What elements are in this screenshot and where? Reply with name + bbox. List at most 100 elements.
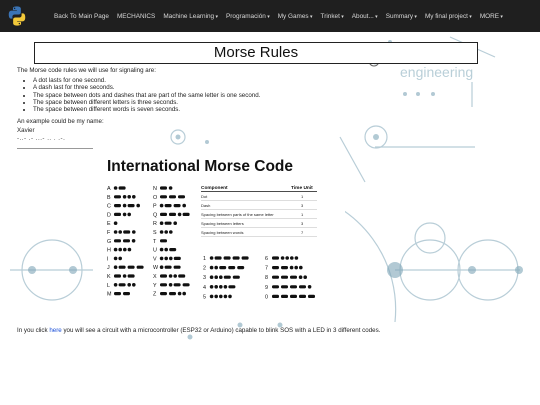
- morse-code-D-dash: [114, 212, 121, 216]
- morse-code-7-dot: [289, 265, 294, 270]
- morse-char-Y: Y: [153, 283, 157, 289]
- morse-code-K-dash: [114, 274, 121, 278]
- morse-code-5-dot: [219, 294, 223, 299]
- morse-code-Z-dot: [182, 291, 186, 296]
- morse-code-X-dash: [160, 274, 167, 278]
- morse-code-8-dash: [272, 275, 279, 279]
- morse-code-J-dash: [118, 265, 126, 269]
- morse-code-Q-dash: [182, 212, 190, 216]
- morse-code-6-dot: [294, 256, 299, 260]
- morse-code-0-dash: [290, 294, 297, 298]
- morse-code-A-dash: [118, 186, 126, 190]
- morse-code-D-dot: [127, 212, 131, 217]
- morse-code-1-dot: [209, 256, 214, 260]
- table-cell-component: Dot: [201, 194, 208, 199]
- nav-item-5[interactable]: Trinket: [321, 13, 344, 20]
- morse-code-5-dot: [214, 294, 218, 299]
- morse-char-Z: Z: [153, 292, 157, 298]
- morse-code-G-dot: [131, 239, 136, 243]
- morse-code-C-dot: [122, 203, 127, 208]
- morse-code-2-dash: [237, 266, 245, 270]
- rule-item: The space between different words is sev…: [33, 106, 317, 113]
- morse-char-S: S: [153, 230, 157, 236]
- nav-item-8[interactable]: My final project: [425, 13, 472, 20]
- morse-code-N-dash: [160, 186, 167, 190]
- morse-code-7-dot: [294, 265, 298, 270]
- intro-text: The Morse code rules we will use for sig…: [17, 67, 156, 74]
- morse-code-D-dot: [122, 212, 127, 217]
- morse-char-L: L: [107, 283, 110, 289]
- morse-code-0-dash: [299, 294, 306, 298]
- morse-code-2-dash: [219, 266, 227, 270]
- morse-code-0-dash: [272, 294, 279, 298]
- morse-code-7-dot: [299, 265, 303, 270]
- morse-char-B: B: [107, 195, 111, 201]
- morse-code-O-dash: [178, 195, 185, 199]
- morse-code-H-dot: [127, 247, 132, 252]
- nav-item-2[interactable]: Machine Learning: [163, 13, 218, 20]
- morse-code-F-dash: [123, 230, 131, 234]
- morse-char-1: 1: [203, 256, 206, 262]
- morse-code-B-dot: [132, 195, 136, 199]
- nav-item-7[interactable]: Summary: [386, 13, 417, 20]
- morse-char-I: I: [107, 256, 109, 262]
- morse-code-4-dot: [223, 285, 228, 289]
- morse-char-O: O: [153, 195, 157, 201]
- morse-code-5-dot: [228, 294, 232, 299]
- table-cell-unit: 7: [301, 230, 304, 235]
- table-cell-unit: 3: [301, 203, 304, 208]
- morse-code-2-dash: [228, 266, 236, 270]
- morse-code-5-dot: [209, 294, 214, 299]
- morse-code-E-dot: [113, 221, 118, 225]
- morse-code-F-dot: [118, 230, 122, 234]
- morse-code-W-dot: [159, 265, 164, 269]
- morse-code-C-dot: [136, 203, 140, 208]
- morse-code-9-dash: [299, 285, 306, 289]
- morse-code-3-dot: [209, 275, 214, 279]
- morse-code-V-dash: [173, 256, 181, 260]
- morse-char-6: 6: [265, 256, 268, 262]
- rule-item: A dot lasts for one second.: [33, 77, 317, 84]
- main-nav: Back To Main Page MECHANICS Machine Learni…: [54, 0, 503, 32]
- morse-code-4-dot: [219, 285, 223, 289]
- main-content: The Morse code rules we will use for sig…: [17, 67, 317, 149]
- morse-code-P-dash: [164, 204, 172, 208]
- morse-code-M-dash: [123, 292, 130, 296]
- morse-code-F-dot: [113, 230, 118, 234]
- morse-code-Y-dot: [168, 283, 173, 287]
- morse-code-3-dot: [214, 275, 218, 279]
- nav-item-0[interactable]: Back To Main Page: [54, 13, 109, 20]
- morse-code-6-dash: [272, 256, 279, 260]
- morse-code-I-dot: [118, 256, 122, 261]
- morse-code-M-dash: [114, 292, 121, 296]
- morse-char-A: A: [107, 186, 111, 192]
- nav-item-9[interactable]: MORE: [480, 13, 503, 20]
- morse-code-X-dot: [168, 274, 173, 278]
- rules-list: A dot lasts for one second.A dash last f…: [17, 77, 317, 113]
- nav-item-1[interactable]: MECHANICS: [117, 13, 155, 20]
- python-logo-icon[interactable]: [6, 5, 28, 27]
- morse-char-V: V: [153, 256, 157, 262]
- morse-char-D: D: [107, 212, 111, 218]
- morse-code-J-dash: [127, 265, 135, 269]
- nav-item-6[interactable]: About...: [352, 13, 378, 20]
- morse-char-2: 2: [203, 266, 206, 272]
- morse-code-V-dot: [169, 256, 173, 261]
- morse-char-W: W: [153, 265, 159, 271]
- morse-char-0: 0: [265, 294, 268, 300]
- morse-code-L-dot: [132, 283, 136, 287]
- here-link[interactable]: here: [49, 327, 61, 334]
- morse-code-4-dot: [209, 285, 214, 289]
- nav-item-3[interactable]: Programación: [226, 13, 270, 20]
- morse-code-3-dash: [223, 275, 231, 279]
- morse-code-W-dash: [173, 265, 181, 269]
- table-cell-unit: 1: [301, 212, 304, 217]
- morse-code-S-dot: [159, 230, 164, 234]
- morse-code-R-dot: [173, 221, 177, 225]
- table-header-component: Component: [201, 185, 228, 191]
- morse-char-P: P: [153, 204, 157, 210]
- nav-item-4[interactable]: My Games: [278, 13, 313, 20]
- morse-code-1-dash: [214, 256, 222, 260]
- morse-code-A-dot: [113, 186, 118, 190]
- morse-code-C-dash: [114, 204, 121, 208]
